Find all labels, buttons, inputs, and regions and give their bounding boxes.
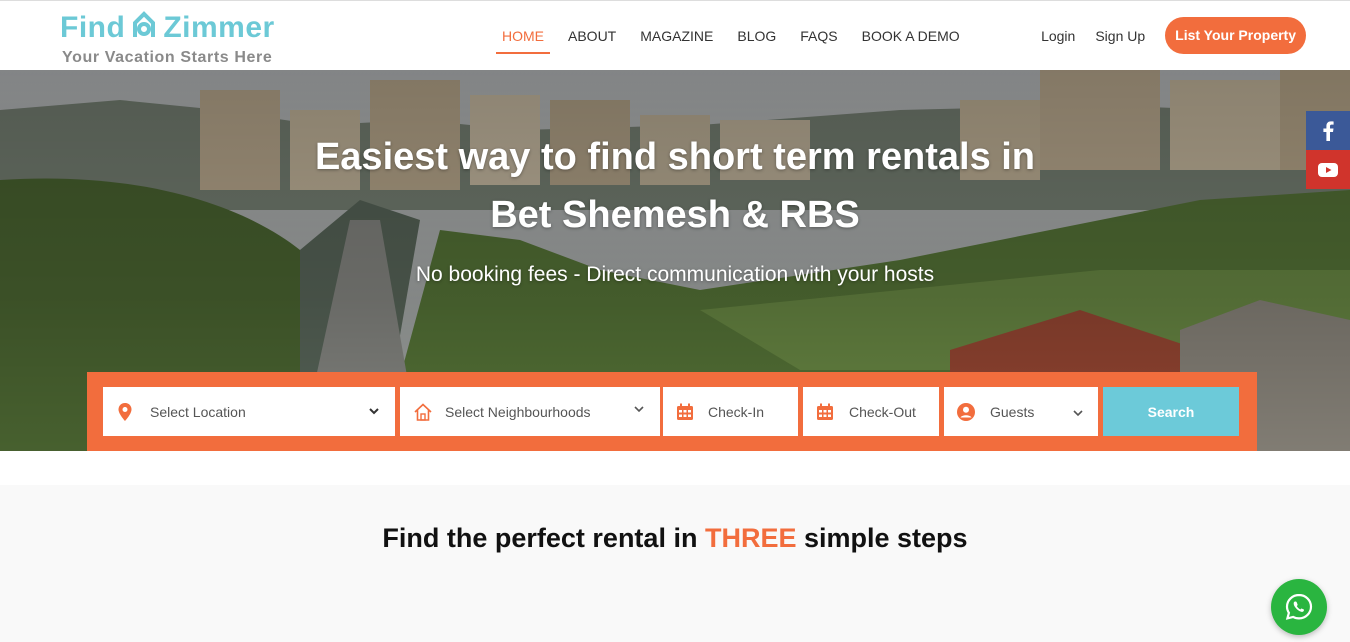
check-out-label: Check-Out — [849, 404, 916, 420]
facebook-button[interactable] — [1306, 111, 1350, 150]
nav-faqs[interactable]: FAQS — [788, 1, 849, 71]
chevron-down-icon — [1073, 410, 1083, 417]
hero-title-line2: Bet Shemesh & RBS — [490, 194, 860, 236]
location-label: Select Location — [150, 404, 246, 420]
logo-title: Find Zimmer — [60, 11, 275, 45]
nav-blog[interactable]: BLOG — [725, 1, 788, 71]
facebook-icon — [1323, 120, 1334, 141]
guests-label: Guests — [990, 404, 1035, 420]
chevron-down-icon — [634, 406, 644, 413]
guests-select[interactable]: Guests — [944, 387, 1098, 436]
chevron-down-icon — [369, 408, 379, 415]
logo-word-zimmer: Zimmer — [163, 11, 275, 44]
steps-title-post: simple steps — [804, 523, 968, 553]
youtube-button[interactable] — [1306, 150, 1350, 189]
map-pin-icon — [118, 403, 132, 421]
user-icon — [957, 403, 975, 421]
location-select[interactable]: Select Location — [103, 387, 395, 436]
main-nav: HOME ABOUT MAGAZINE BLOG FAQS BOOK A DEM… — [490, 1, 972, 71]
house-icon — [133, 11, 156, 37]
search-button[interactable]: Search — [1103, 387, 1239, 436]
search-bar: Select Location Select Neighbourhoods Ch… — [87, 372, 1257, 451]
steps-title-highlight: THREE — [704, 523, 797, 553]
check-in-label: Check-In — [708, 404, 765, 420]
nav-book-a-demo[interactable]: BOOK A DEMO — [850, 1, 972, 71]
auth-links: Login Sign Up List Your Property — [1041, 17, 1306, 54]
neighbourhoods-label: Select Neighbourhoods — [445, 404, 591, 420]
hero-subtitle: No booking fees - Direct communication w… — [415, 263, 935, 286]
check-in-field[interactable]: Check-In — [663, 387, 798, 436]
steps-title: Find the perfect rental in THREE simple … — [0, 523, 1350, 554]
check-out-field[interactable]: Check-Out — [803, 387, 939, 436]
list-property-button[interactable]: List Your Property — [1165, 17, 1306, 54]
youtube-icon — [1318, 162, 1338, 177]
calendar-icon — [677, 403, 693, 420]
hero-title-line1: Easiest way to find short term rentals i… — [314, 136, 1036, 178]
content-area: Find the perfect rental in THREE simple … — [0, 451, 1350, 642]
hero-title: Easiest way to find short term rentals i… — [0, 128, 1350, 244]
neighbourhoods-select[interactable]: Select Neighbourhoods — [400, 387, 660, 436]
login-link[interactable]: Login — [1041, 28, 1075, 44]
home-icon — [414, 403, 432, 421]
signup-link[interactable]: Sign Up — [1095, 28, 1145, 44]
nav-home[interactable]: HOME — [490, 1, 556, 71]
whatsapp-button[interactable] — [1271, 579, 1327, 635]
whatsapp-icon — [1285, 593, 1313, 620]
logo[interactable]: Find Zimmer Your Vacation Starts Here — [60, 9, 300, 67]
steps-section: Find the perfect rental in THREE simple … — [0, 485, 1350, 642]
nav-about[interactable]: ABOUT — [556, 1, 628, 71]
nav-magazine[interactable]: MAGAZINE — [628, 1, 725, 71]
logo-word-find: Find — [60, 11, 126, 44]
steps-title-pre: Find the perfect rental in — [382, 523, 698, 553]
calendar-icon — [817, 403, 833, 420]
site-header: Find Zimmer Your Vacation Starts Here HOM… — [0, 0, 1350, 70]
logo-tagline: Your Vacation Starts Here — [62, 49, 273, 66]
